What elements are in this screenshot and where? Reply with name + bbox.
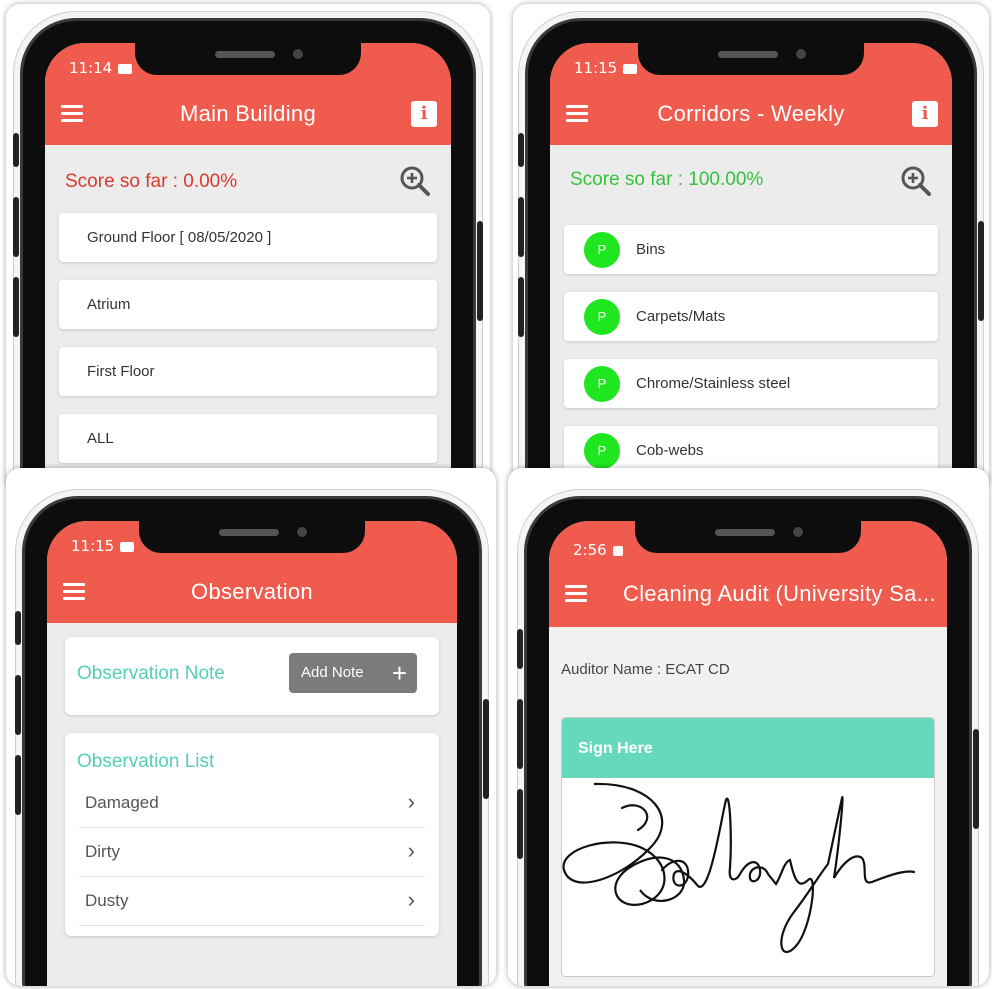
- menu-icon[interactable]: [61, 105, 83, 123]
- status-badge: P: [584, 432, 620, 469]
- observation-note-card: Observation Note Add Note +: [65, 637, 439, 715]
- status-bar: 11:14: [45, 43, 451, 83]
- plus-icon: +: [391, 658, 407, 688]
- list-item[interactable]: P Carpets/Mats: [564, 292, 938, 341]
- list-item[interactable]: Damaged ›: [79, 779, 425, 828]
- status-bar: 11:15: [47, 521, 457, 561]
- auditor-name: Auditor Name : ECAT CD: [561, 661, 730, 678]
- notch: [139, 521, 365, 553]
- signature-pad[interactable]: [562, 778, 928, 977]
- screen: 2:56 Cleaning Audit (University Sa... Au…: [549, 521, 947, 986]
- list-item[interactable]: Dirty ›: [79, 828, 425, 877]
- menu-icon[interactable]: [566, 105, 588, 123]
- add-note-label: Add Note: [301, 664, 364, 681]
- info-icon[interactable]: i: [912, 101, 938, 127]
- page-title: Main Building: [180, 101, 316, 126]
- phone-frame: 2:56 Cleaning Audit (University Sa... Au…: [517, 496, 979, 986]
- sign-here-header: Sign Here: [562, 718, 934, 778]
- observation-list-card: Observation List Damaged › Dirty › Dusty ›: [65, 733, 439, 936]
- add-note-button[interactable]: Add Note +: [289, 653, 417, 693]
- app-bar: Observation: [47, 561, 457, 623]
- panel-cleaning-audit: 2:56 Cleaning Audit (University Sa... Au…: [508, 468, 989, 986]
- status-badge: P: [584, 231, 620, 268]
- score-label: Score so far : 100.00%: [570, 169, 764, 190]
- notification-icon: [120, 541, 135, 552]
- score-label-row: Score so far : 100.00%: [550, 145, 952, 213]
- observation-note-heading: Observation Note: [77, 663, 225, 684]
- chevron-right-icon: ›: [407, 887, 415, 912]
- notification-icon: [623, 63, 638, 74]
- status-badge: P: [584, 298, 620, 335]
- status-time: 2:56: [573, 541, 607, 559]
- phone-frame: 11:15 Observation Observation Note Add N…: [15, 496, 489, 986]
- status-time: 11:14: [69, 59, 113, 77]
- observation-list-heading: Observation List: [77, 751, 215, 772]
- notch: [638, 43, 864, 75]
- zoom-in-icon[interactable]: [900, 165, 932, 197]
- signature-card: Sign Here: [561, 717, 935, 977]
- status-time: 11:15: [71, 537, 115, 555]
- screen: 11:14 Main Building i Score so far : 0.0…: [45, 43, 451, 492]
- page-title: Corridors - Weekly: [657, 101, 845, 126]
- notch: [135, 43, 361, 75]
- status-time: 11:15: [574, 59, 618, 77]
- list-item[interactable]: P Chrome/Stainless steel: [564, 359, 938, 408]
- list-item[interactable]: Dusty ›: [79, 877, 425, 926]
- list-item[interactable]: First Floor: [59, 347, 437, 396]
- list-item[interactable]: P Bins: [564, 225, 938, 274]
- menu-icon[interactable]: [565, 585, 587, 603]
- score-label: Score so far : 0.00%: [65, 171, 238, 192]
- list-item[interactable]: Ground Floor [ 08/05/2020 ]: [59, 213, 437, 262]
- screen: 11:15 Corridors - Weekly i Score so far …: [550, 43, 952, 492]
- zoom-in-icon[interactable]: [399, 165, 431, 197]
- app-bar: Cleaning Audit (University Sa...: [549, 561, 947, 627]
- chevron-right-icon: ›: [407, 838, 415, 863]
- list-item[interactable]: ALL: [59, 414, 437, 463]
- phone-frame: 11:15 Corridors - Weekly i Score so far …: [518, 18, 984, 492]
- panel-corridors: 11:15 Corridors - Weekly i Score so far …: [513, 4, 989, 492]
- info-icon[interactable]: i: [411, 101, 437, 127]
- status-badge: P: [584, 365, 620, 402]
- screen: 11:15 Observation Observation Note Add N…: [47, 521, 457, 986]
- page-title: Observation: [191, 579, 313, 604]
- menu-icon[interactable]: [63, 583, 85, 601]
- panel-main-building: 11:14 Main Building i Score so far : 0.0…: [6, 4, 490, 492]
- list-item[interactable]: Atrium: [59, 280, 437, 329]
- app-bar: Corridors - Weekly i: [550, 83, 952, 145]
- panel-observation: 11:15 Observation Observation Note Add N…: [6, 468, 496, 986]
- notification-icon: [118, 63, 133, 74]
- status-bar: 2:56: [549, 521, 947, 561]
- score-label-row: Score so far : 0.00%: [45, 145, 451, 213]
- notification-icon: [612, 545, 623, 556]
- status-bar: 11:15: [550, 43, 952, 83]
- chevron-right-icon: ›: [407, 789, 415, 814]
- app-bar: Main Building i: [45, 83, 451, 145]
- phone-frame: 11:14 Main Building i Score so far : 0.0…: [13, 18, 483, 492]
- notch: [635, 521, 861, 553]
- page-title: Cleaning Audit (University Sa...: [623, 581, 936, 606]
